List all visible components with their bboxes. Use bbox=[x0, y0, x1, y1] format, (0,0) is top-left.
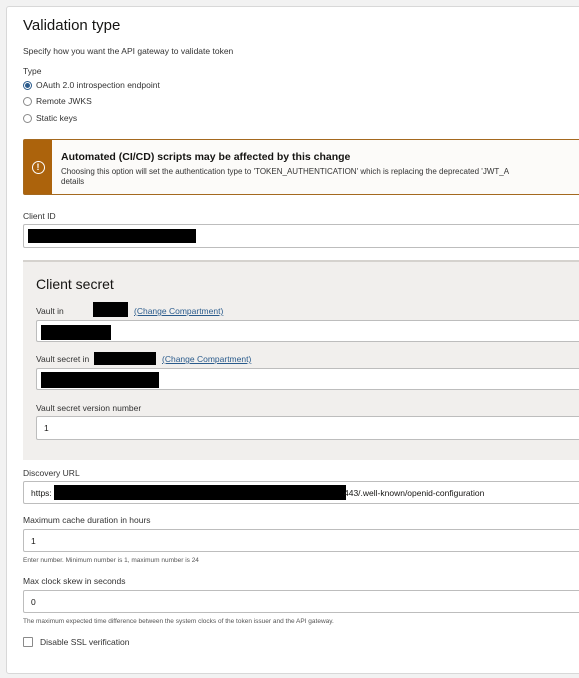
version-label: Vault secret version number bbox=[36, 403, 142, 413]
checkbox-icon[interactable] bbox=[23, 637, 33, 647]
notice-body-line: Choosing this option will set the authen… bbox=[61, 167, 510, 176]
cache-duration-input[interactable]: 1 bbox=[23, 529, 579, 552]
client-id-label: Client ID bbox=[23, 211, 56, 221]
vault-label-text: Vault in bbox=[36, 306, 64, 316]
redacted-value bbox=[41, 372, 159, 388]
vault-secret-label-text: Vault secret in bbox=[36, 354, 90, 364]
disable-ssl-checkbox[interactable]: Disable SSL verification bbox=[23, 637, 129, 647]
version-value: 1 bbox=[44, 423, 49, 433]
clock-skew-input[interactable]: 0 bbox=[23, 590, 579, 613]
notice-title: Automated (CI/CD) scripts may be affecte… bbox=[61, 151, 351, 163]
client-secret-title: Client secret bbox=[36, 276, 114, 292]
vault-label: Vault in bbox=[36, 306, 64, 316]
discovery-url-suffix: 443/.well-known/openid-configuration bbox=[344, 487, 485, 498]
clock-skew-hint: The maximum expected time difference bet… bbox=[23, 618, 334, 625]
radio-label: Remote JWKS bbox=[36, 96, 92, 106]
radio-selected-icon[interactable] bbox=[23, 80, 32, 90]
vault-secret-select[interactable] bbox=[36, 368, 579, 390]
notice-body-line: details bbox=[61, 177, 85, 186]
redacted-value bbox=[54, 485, 346, 500]
type-label: Type bbox=[23, 66, 42, 76]
version-input[interactable]: 1 bbox=[36, 416, 579, 440]
redacted-value bbox=[28, 229, 196, 243]
cache-label: Maximum cache duration in hours bbox=[23, 515, 151, 525]
checkbox-label: Disable SSL verification bbox=[40, 637, 130, 647]
clock-skew-label: Max clock skew in seconds bbox=[23, 576, 126, 586]
radio-oauth-introspection[interactable]: OAuth 2.0 introspection endpoint bbox=[23, 80, 160, 90]
radio-label: Static keys bbox=[36, 113, 78, 123]
radio-icon[interactable] bbox=[23, 113, 32, 123]
vault-change-compartment-link[interactable]: (Change Compartment) bbox=[134, 306, 223, 316]
client-id-input[interactable] bbox=[23, 224, 579, 248]
notice-body: Choosing this option will set the authen… bbox=[61, 167, 579, 187]
vault-secret-change-compartment-link[interactable]: (Change Compartment) bbox=[162, 354, 251, 364]
client-secret-panel: Client secret Vault in (Change Compartme… bbox=[23, 260, 579, 460]
section-title: Validation type bbox=[23, 17, 121, 34]
discovery-url-input[interactable]: https: 443/.well-known/openid-configurat… bbox=[23, 481, 579, 504]
discovery-url-label: Discovery URL bbox=[23, 468, 80, 478]
cache-value: 1 bbox=[31, 535, 36, 546]
redacted-compartment bbox=[93, 302, 128, 317]
discovery-url-prefix: https: bbox=[31, 487, 52, 498]
warning-icon: ! bbox=[31, 160, 45, 174]
redacted-compartment bbox=[94, 352, 156, 365]
redacted-value bbox=[41, 325, 111, 340]
cache-hint: Enter number. Minimum number is 1, maxim… bbox=[23, 557, 199, 564]
radio-static-keys[interactable]: Static keys bbox=[23, 113, 77, 123]
notice-accent-bar: ! bbox=[24, 140, 52, 194]
skew-value: 0 bbox=[31, 596, 36, 607]
radio-icon[interactable] bbox=[23, 96, 32, 106]
radio-remote-jwks[interactable]: Remote JWKS bbox=[23, 96, 92, 106]
radio-label: OAuth 2.0 introspection endpoint bbox=[36, 80, 160, 90]
section-description: Specify how you want the API gateway to … bbox=[23, 46, 234, 56]
warning-notice: ! Automated (CI/CD) scripts may be affec… bbox=[23, 139, 579, 195]
vault-select[interactable] bbox=[36, 320, 579, 342]
vault-secret-label: Vault secret in bbox=[36, 354, 89, 364]
